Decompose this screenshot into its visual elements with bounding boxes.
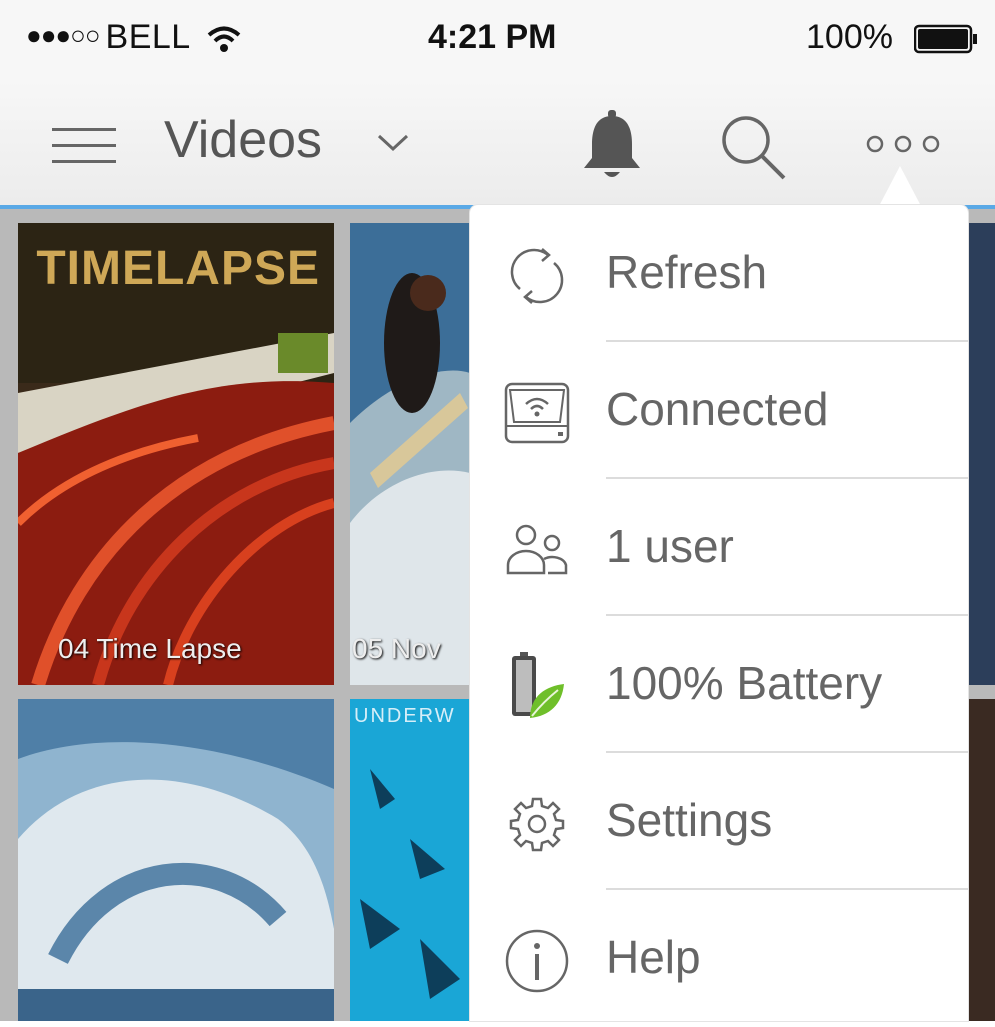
menu-item-label: Help xyxy=(606,931,701,983)
gear-icon xyxy=(509,797,565,852)
clock: 4:21 PM xyxy=(428,18,557,56)
status-bar: ●●●○○ BELL 4:21 PM 100% xyxy=(0,0,995,80)
menu-item-label: 1 user xyxy=(606,520,734,572)
video-thumbnail-surf[interactable]: 05 Nov xyxy=(350,223,470,685)
bell-icon[interactable] xyxy=(578,110,646,182)
battery-percentage: 100% xyxy=(806,18,893,56)
underwater-image xyxy=(350,699,470,1021)
video-thumbnail-timelapse[interactable]: TIMELAPSE 04 Time Lapse xyxy=(18,223,334,685)
users-icon xyxy=(506,524,568,575)
battery-leaf-icon xyxy=(512,652,564,718)
underwater-logo-text: UNDERW xyxy=(354,705,456,727)
refresh-icon xyxy=(510,248,564,304)
wave-image xyxy=(18,699,334,1021)
more-options-icon[interactable] xyxy=(866,134,940,154)
nav-bar: Videos xyxy=(0,80,995,209)
video-thumbnail-wave[interactable] xyxy=(18,699,334,1021)
menu-item-label: 100% Battery xyxy=(606,657,883,709)
video-title: 05 Nov xyxy=(352,633,441,664)
video-thumbnail-edge-bottom[interactable] xyxy=(968,699,995,1021)
menu-caret xyxy=(878,166,922,208)
hamburger-menu-icon[interactable] xyxy=(52,128,116,164)
menu-item-label: Connected xyxy=(606,383,829,435)
menu-item-settings[interactable]: Settings xyxy=(470,753,968,890)
info-icon xyxy=(505,929,569,993)
surf-image xyxy=(350,223,470,685)
menu-item-label: Refresh xyxy=(606,246,768,298)
search-icon[interactable] xyxy=(718,112,788,182)
menu-item-battery[interactable]: 100% Battery xyxy=(470,616,968,753)
page-title[interactable]: Videos xyxy=(164,110,322,170)
battery-icon xyxy=(914,24,977,54)
chevron-down-icon[interactable] xyxy=(376,132,410,154)
carrier-info: ●●●○○ BELL xyxy=(26,18,241,57)
video-thumbnail-edge-top[interactable] xyxy=(968,223,995,685)
wifi-icon xyxy=(208,26,241,53)
video-title: 04 Time Lapse xyxy=(58,633,242,664)
menu-item-help[interactable]: Help xyxy=(470,890,968,1027)
signal-strength-icon: ●●●○○ xyxy=(26,20,101,50)
options-dropdown-menu: Refresh Connected 1 user 100% Battery Se… xyxy=(470,205,968,1021)
video-thumbnail-underwater[interactable]: UNDERW xyxy=(350,699,470,1021)
menu-item-label: Settings xyxy=(606,794,773,846)
menu-item-connected[interactable]: Connected xyxy=(470,342,968,479)
carrier-name: BELL xyxy=(105,18,190,56)
timelapse-logo-text: TIMELAPSE xyxy=(36,242,320,295)
menu-item-users[interactable]: 1 user xyxy=(470,479,968,616)
drive-wifi-icon xyxy=(504,382,570,444)
menu-item-refresh[interactable]: Refresh xyxy=(470,205,968,342)
